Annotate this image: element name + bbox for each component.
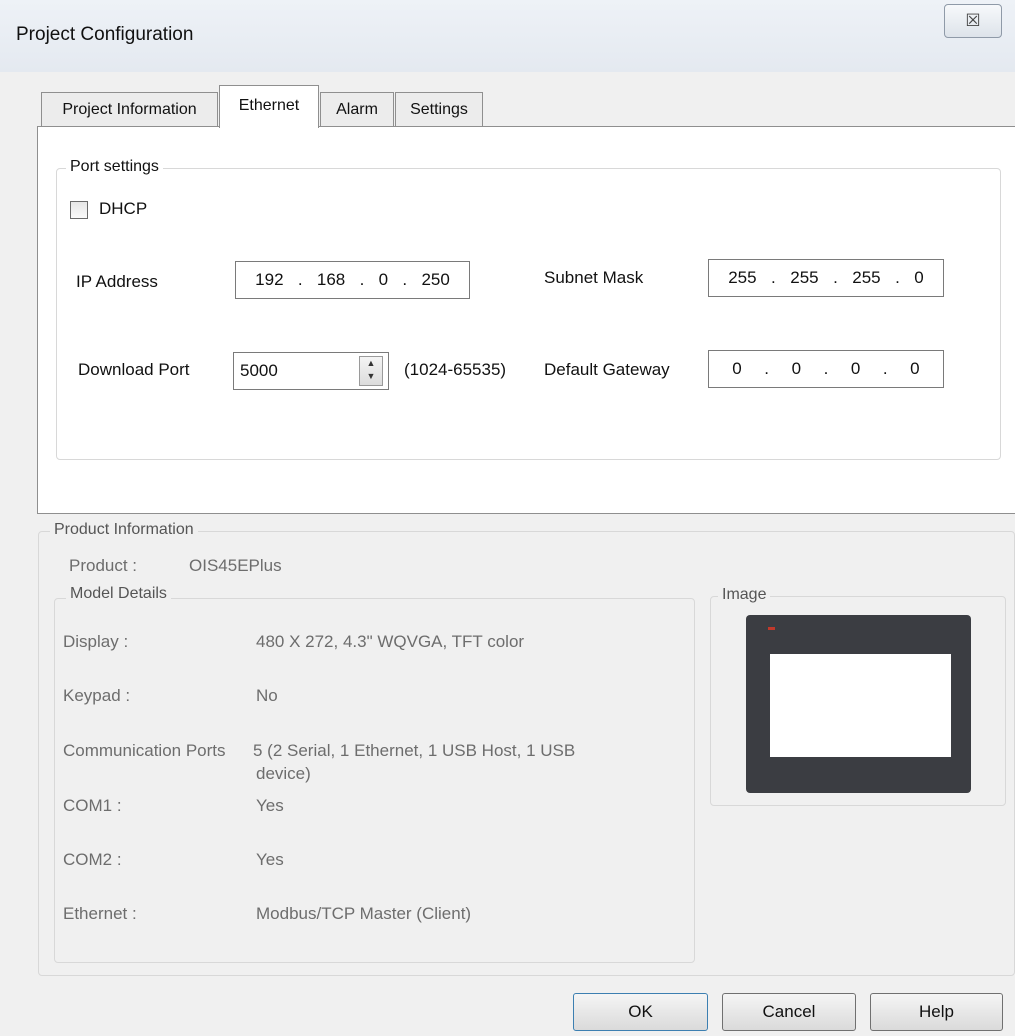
subnet-mask-label: Subnet Mask — [544, 268, 644, 287]
close-button[interactable]: ☒ — [944, 4, 1002, 38]
ethernet-label: Ethernet : — [63, 904, 137, 923]
tab-project-information[interactable]: Project Information — [41, 92, 218, 126]
com2-value: Yes — [256, 850, 284, 869]
subnet-mask-field[interactable]: 255. 255. 255. 0 — [708, 259, 944, 297]
com1-label: COM1 : — [63, 796, 122, 815]
help-button[interactable]: Help — [870, 993, 1003, 1031]
display-value: 480 X 272, 4.3" WQVGA, TFT color — [256, 632, 525, 651]
default-gateway-label: Default Gateway — [544, 360, 670, 379]
image-legend: Image — [718, 586, 771, 604]
ip-octet-2: 168 — [316, 270, 346, 289]
spinner-arrows-icon[interactable]: ▲ ▼ — [359, 356, 383, 386]
port-range-hint: (1024-65535) — [404, 360, 507, 379]
dhcp-label: DHCP — [99, 199, 148, 218]
product-label: Product : — [69, 556, 138, 575]
tab-ethernet[interactable]: Ethernet — [219, 85, 319, 128]
tab-alarm[interactable]: Alarm — [320, 92, 394, 126]
model-details-legend: Model Details — [66, 585, 171, 603]
ethernet-value: Modbus/TCP Master (Client) — [256, 904, 472, 923]
cancel-button[interactable]: Cancel — [722, 993, 856, 1031]
dhcp-checkbox[interactable] — [70, 201, 88, 219]
ip-octet-3: 0 — [378, 270, 389, 289]
port-settings-group — [56, 168, 1001, 460]
close-icon: ☒ — [965, 11, 981, 30]
ip-octet-4: 250 — [421, 270, 450, 289]
download-port-value: 5000 — [240, 361, 278, 380]
device-image — [746, 615, 971, 793]
com1-value: Yes — [256, 796, 284, 815]
com2-label: COM2 : — [63, 850, 122, 869]
ok-button[interactable]: OK — [573, 993, 708, 1031]
keypad-value: No — [256, 686, 278, 705]
download-port-label: Download Port — [78, 360, 190, 379]
product-value: OIS45EPlus — [189, 556, 282, 575]
keypad-label: Keypad : — [63, 686, 131, 705]
device-screen — [770, 654, 951, 757]
tab-settings[interactable]: Settings — [395, 92, 483, 126]
ip-octet-1: 192 — [255, 270, 284, 289]
ip-address-field[interactable]: 192. 168. 0. 250 — [235, 261, 470, 299]
device-led-icon — [768, 627, 775, 630]
product-information-legend: Product Information — [50, 521, 198, 539]
port-settings-legend: Port settings — [66, 158, 163, 176]
communication-ports-label: Communication Ports — [63, 741, 226, 760]
communication-ports-value: 5 (2 Serial, 1 Ethernet, 1 USB Host, 1 U… — [253, 741, 576, 760]
display-label: Display : — [63, 632, 129, 651]
default-gateway-field[interactable]: 0. 0. 0. 0 — [708, 350, 944, 388]
communication-ports-value-line2: device) — [256, 764, 311, 783]
ip-address-label: IP Address — [76, 272, 158, 291]
window-title: Project Configuration — [16, 24, 194, 45]
